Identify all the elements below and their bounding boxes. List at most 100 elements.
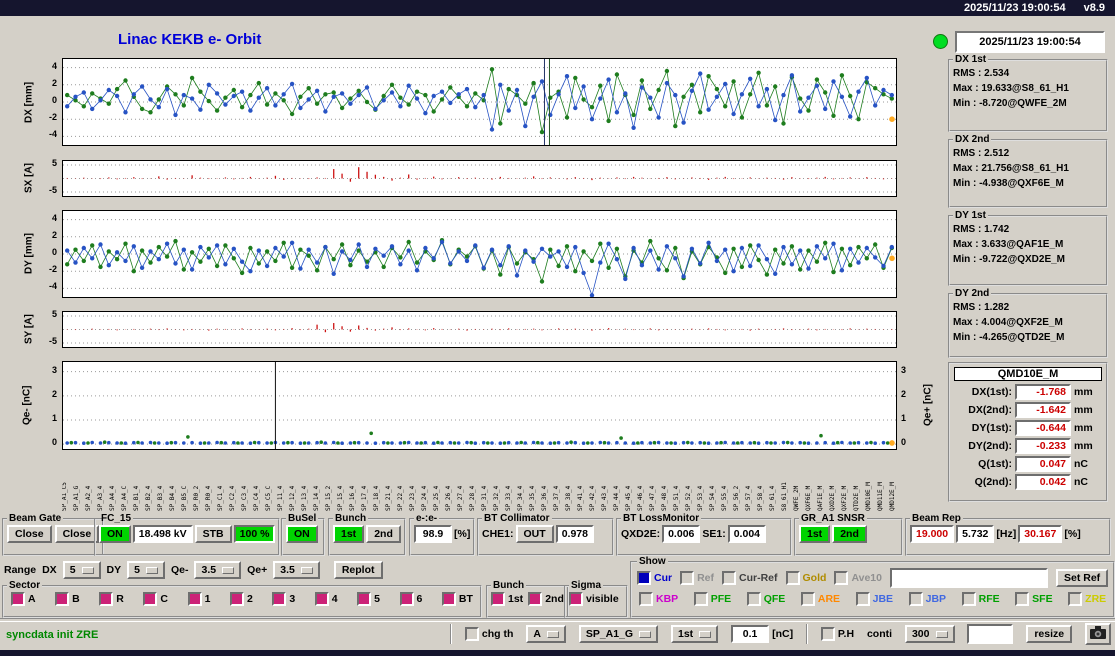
range-dy-value: 5 [134, 564, 140, 576]
show-jbp-checkbox[interactable] [908, 592, 923, 606]
show-jbe-checkbox[interactable] [855, 592, 870, 606]
show-qfe-checkbox[interactable] [746, 592, 761, 606]
sector-1-checkbox[interactable] [187, 592, 202, 606]
gr-2nd-button[interactable]: 2nd [832, 525, 867, 543]
stats-title: DX 1st [955, 54, 987, 65]
bpm-name-label: SP_A2_4 [85, 485, 92, 511]
show-zre-checkbox[interactable] [1068, 592, 1083, 606]
show-cur-checkbox[interactable] [637, 571, 651, 585]
stats-box-dy2: DY 2nd RMS : 1.282 Max : 4.004@QXF2E_M M… [948, 288, 1108, 358]
bunch-2nd-checkbox[interactable] [528, 592, 543, 606]
beam-gate-close-button-2[interactable]: Close [54, 525, 100, 543]
sector-3-checkbox[interactable] [272, 592, 287, 606]
show-gold-label: Gold [802, 572, 827, 584]
sector-r-checkbox[interactable] [99, 592, 114, 606]
bpm-name-label: SP_51_4 [673, 485, 680, 511]
bunch-order-select[interactable]: 1st [671, 625, 719, 643]
ee-ratio-value: 98.9 [414, 525, 452, 543]
range-qep-select[interactable]: 3.5 [273, 561, 320, 579]
sector-3-item: 3 [272, 592, 295, 606]
range-qem-select[interactable]: 3.5 [194, 561, 242, 579]
show-cur-ref-checkbox[interactable] [722, 571, 737, 585]
screenshot-button[interactable] [1085, 623, 1111, 645]
show-ref-checkbox[interactable] [680, 571, 695, 585]
axis-tick-label: -2 [48, 112, 57, 123]
bunch-1st-button[interactable]: 1st [333, 525, 365, 543]
bpm-name-label: QXF2E_M [841, 485, 848, 511]
beam-gate-close-button-1[interactable]: Close [7, 525, 52, 543]
sector-b-item: B [55, 592, 80, 606]
monitor-value: 0.047 [1015, 456, 1071, 472]
show-pfe-checkbox[interactable] [693, 592, 708, 606]
show-jbe-label: JBE [872, 593, 894, 605]
show-are-checkbox[interactable] [800, 592, 815, 606]
che1-out-button[interactable]: OUT [515, 525, 554, 543]
device-select[interactable]: SP_A1_G [578, 625, 659, 643]
sector-2-checkbox[interactable] [229, 592, 244, 606]
range-dy-select[interactable]: 5 [127, 561, 165, 579]
chg-th-checkbox[interactable] [464, 627, 479, 641]
replot-button[interactable]: Replot [333, 561, 383, 579]
sector-a-checkbox[interactable] [11, 592, 25, 606]
sy-axis-label: SY [A] [23, 314, 35, 345]
show-gold-checkbox[interactable] [785, 571, 800, 585]
axis-tick-label: 2 [51, 77, 57, 88]
bpm-name-label: SP_53_4 [697, 485, 704, 511]
show-title: Show [639, 556, 666, 567]
dy-orbit-plot[interactable] [62, 210, 897, 298]
sector-c-checkbox[interactable] [143, 592, 158, 606]
bpm-name-label: SP_42_4 [589, 485, 596, 511]
sector-select[interactable]: A [526, 625, 566, 643]
monitor-row: DY(1st): -0.644 mm [952, 420, 1104, 436]
fc15-on-button[interactable]: ON [99, 525, 131, 543]
show-jbe-item: JBE [855, 592, 894, 606]
axis-tick-label: -5 [48, 184, 57, 195]
sector-5-checkbox[interactable] [357, 592, 372, 606]
gr-1st-button[interactable]: 1st [799, 525, 831, 543]
bpm-name-label: QXF6E_M [805, 485, 812, 511]
show-ave10-label: Ave10 [851, 572, 882, 584]
range-qem-value: 3.5 [201, 564, 217, 576]
show-ave10-checkbox[interactable] [834, 571, 849, 585]
extra-input[interactable] [967, 624, 1014, 644]
qe-minus-axis-label: Qe- [nC] [21, 385, 33, 426]
show-qfe-item: QFE [746, 592, 785, 606]
interval-select[interactable]: 300 [904, 625, 955, 643]
bunch-2nd-button[interactable]: 2nd [366, 525, 401, 543]
fc15-group: FC_15 ON 18.498 kV STB 100 % [94, 513, 281, 556]
show-sfe-checkbox[interactable] [1015, 592, 1030, 606]
bpm-name-label: S8_61_H1 [781, 482, 788, 511]
beam-rep-pct-unit: [%] [1064, 528, 1081, 540]
set-ref-button[interactable]: Set Ref [1056, 569, 1109, 587]
resize-button[interactable]: resize [1026, 625, 1073, 643]
sx-steering-plot[interactable] [62, 160, 897, 197]
dropdown-indicator-icon [81, 566, 94, 574]
ref-file-input[interactable] [890, 568, 1048, 588]
show-rfe-checkbox[interactable] [961, 592, 976, 606]
sector-4-checkbox[interactable] [314, 592, 329, 606]
monitor-unit: mm [1074, 404, 1093, 416]
monitor-label: DY(1st): [971, 422, 1012, 434]
fc15-stb-button[interactable]: STB [194, 525, 232, 543]
bpm-name-label: SP_A3_4 [97, 485, 104, 511]
show-sfe-item: SFE [1015, 592, 1053, 606]
ph-checkbox[interactable] [820, 627, 835, 641]
busel-on-button[interactable]: ON [286, 525, 318, 543]
sigma-visible-checkbox[interactable] [569, 592, 583, 606]
sector-2-item: 2 [229, 592, 253, 606]
bpm-name-label: SP_34_4 [517, 485, 524, 511]
bunch-2nd-item: 2nd [528, 592, 564, 606]
sector-6-checkbox[interactable] [399, 592, 414, 606]
sy-steering-plot[interactable] [62, 311, 897, 348]
range-dx-select[interactable]: 5 [62, 561, 101, 579]
monitor-unit: mm [1074, 422, 1093, 434]
axis-tick-label: 0 [51, 247, 57, 257]
charge-plot[interactable] [62, 361, 897, 450]
sector-b-checkbox[interactable] [55, 592, 70, 606]
show-kbp-checkbox[interactable] [639, 592, 653, 606]
sx-steering-svg [63, 164, 896, 193]
dx-orbit-plot[interactable] [62, 58, 897, 146]
bunch-1st-checkbox[interactable] [491, 592, 505, 606]
sector-bt-checkbox[interactable] [441, 592, 456, 606]
chg-th-item: chg th [464, 627, 513, 641]
